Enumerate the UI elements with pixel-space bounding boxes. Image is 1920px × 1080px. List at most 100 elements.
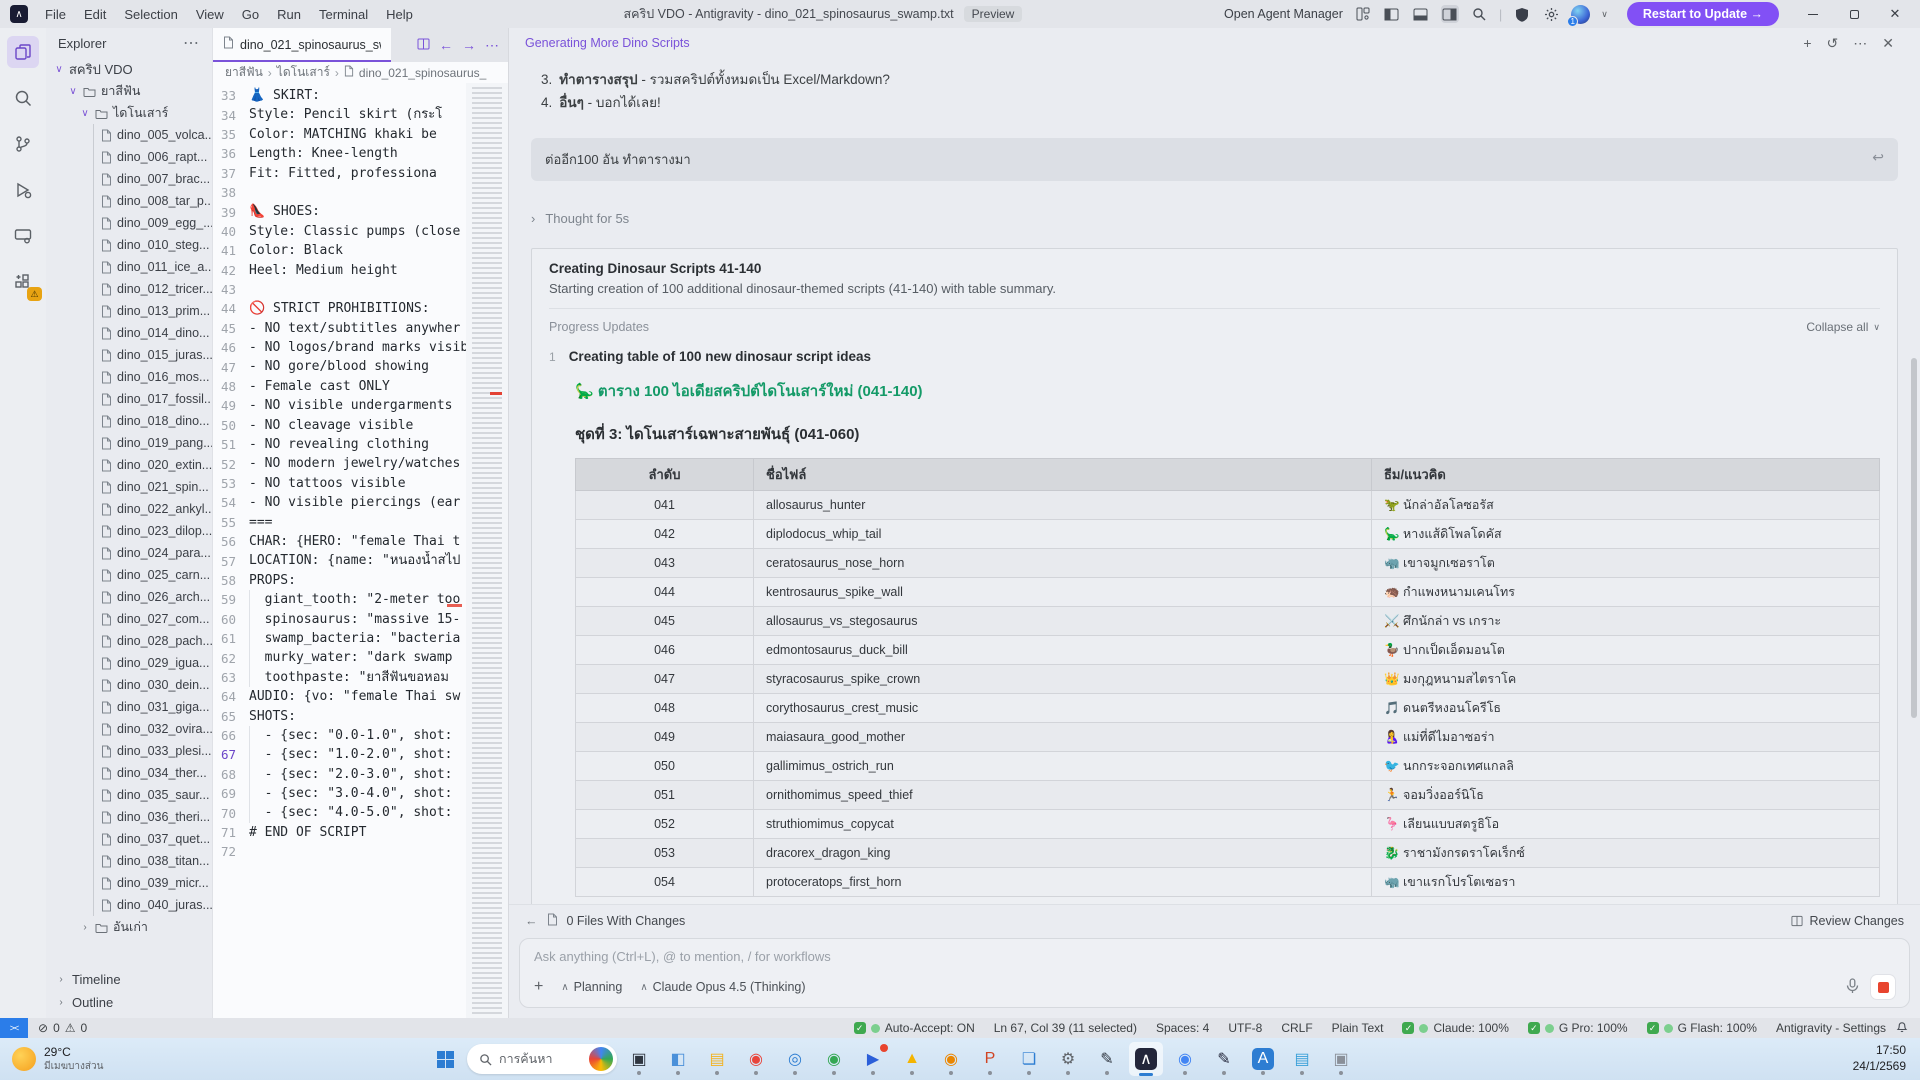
status-item[interactable]: ✓ CRLF xyxy=(1281,1021,1312,1035)
agent-scrollbar[interactable] xyxy=(1911,358,1917,718)
file-item[interactable]: dino_038_titan... xyxy=(94,850,212,872)
customize-layout-icon[interactable] xyxy=(1354,5,1372,23)
file-item[interactable]: dino_036_theri... xyxy=(94,806,212,828)
timeline-section[interactable]: ›Timeline xyxy=(46,968,212,991)
editor-more-icon[interactable]: ⋯ xyxy=(485,37,499,54)
revert-icon[interactable]: ↩ xyxy=(1872,149,1884,166)
toggle-left-panel-icon[interactable] xyxy=(1383,5,1401,23)
toggle-right-panel-icon[interactable] xyxy=(1441,5,1459,23)
file-item[interactable]: dino_015_juras... xyxy=(94,344,212,366)
extensions-icon[interactable]: ⚠ xyxy=(7,266,39,298)
source-control-icon[interactable] xyxy=(7,128,39,160)
taskbar-app-icon[interactable]: ▤ xyxy=(1285,1042,1319,1076)
taskbar-app-icon[interactable]: ▲ xyxy=(895,1042,929,1076)
file-item[interactable]: dino_037_quet... xyxy=(94,828,212,850)
file-item[interactable]: dino_027_com... xyxy=(94,608,212,630)
file-item[interactable]: dino_012_tricer... xyxy=(94,278,212,300)
code-area[interactable]: 33 👗 SKIRT: 34 Style: Pencil skirt (กระโ… xyxy=(213,83,508,1018)
status-item[interactable]: ✓ Antigravity - Settings xyxy=(1776,1021,1886,1035)
file-item[interactable]: dino_008_tar_p... xyxy=(94,190,212,212)
mode-dropdown[interactable]: ∧Planning xyxy=(561,980,622,994)
menu-item[interactable]: File xyxy=(36,4,75,25)
file-item[interactable]: dino_020_extin... xyxy=(94,454,212,476)
bell-icon[interactable] xyxy=(1896,1020,1920,1036)
taskbar-app-icon[interactable]: ▣ xyxy=(622,1042,656,1076)
breadcrumb-item[interactable]: ยาสีฟัน xyxy=(225,63,263,82)
tab-dino-021[interactable]: dino_021_spinosaurus_sw xyxy=(213,28,391,62)
remote-explorer-icon[interactable] xyxy=(7,220,39,252)
tree-folder-toothpaste[interactable]: ∨ ยาสีฟัน xyxy=(46,80,212,102)
taskbar-app-icon[interactable]: ∧ xyxy=(1129,1042,1163,1076)
file-item[interactable]: dino_007_brac... xyxy=(94,168,212,190)
split-editor-icon[interactable] xyxy=(417,37,430,53)
file-item[interactable]: dino_017_fossil... xyxy=(94,388,212,410)
file-item[interactable]: dino_026_arch... xyxy=(94,586,212,608)
status-item[interactable]: ✓ UTF-8 xyxy=(1228,1021,1262,1035)
menu-item[interactable]: Help xyxy=(377,4,422,25)
file-item[interactable]: dino_016_mos... xyxy=(94,366,212,388)
agent-more-icon[interactable]: ⋯ xyxy=(1853,35,1867,52)
search-highlight-orb[interactable] xyxy=(589,1047,613,1071)
taskbar-app-icon[interactable]: P xyxy=(973,1042,1007,1076)
shield-icon[interactable] xyxy=(1513,5,1531,23)
file-item[interactable]: dino_019_pang... xyxy=(94,432,212,454)
file-item[interactable]: dino_040_juras... xyxy=(94,894,212,916)
explorer-more-icon[interactable]: ⋯ xyxy=(183,33,200,53)
taskbar-app-icon[interactable]: ◉ xyxy=(739,1042,773,1076)
taskbar-app-icon[interactable]: ◧ xyxy=(661,1042,695,1076)
open-agent-manager-button[interactable]: Open Agent Manager xyxy=(1224,7,1343,21)
file-item[interactable]: dino_013_prim... xyxy=(94,300,212,322)
taskbar-clock[interactable]: 17:50 24/1/2569 xyxy=(1853,1043,1920,1074)
taskbar-app-icon[interactable]: ◉ xyxy=(1168,1042,1202,1076)
user-avatar[interactable]: 1 xyxy=(1571,5,1590,24)
taskbar-app-icon[interactable]: A xyxy=(1246,1042,1280,1076)
menu-item[interactable]: Edit xyxy=(75,4,115,25)
file-item[interactable]: dino_021_spin... xyxy=(94,476,212,498)
tree-root[interactable]: ∨ สคริป VDO xyxy=(46,58,212,80)
collapse-all-button[interactable]: Collapse all∨ xyxy=(1806,320,1880,334)
file-item[interactable]: dino_022_ankyl... xyxy=(94,498,212,520)
file-item[interactable]: dino_039_micr... xyxy=(94,872,212,894)
restart-to-update-button[interactable]: Restart to Update → xyxy=(1627,2,1779,26)
file-item[interactable]: dino_032_ovira... xyxy=(94,718,212,740)
status-item[interactable]: ✓ Plain Text xyxy=(1332,1021,1384,1035)
file-item[interactable]: dino_029_igua... xyxy=(94,652,212,674)
review-changes-button[interactable]: Review Changes xyxy=(1791,914,1905,928)
taskbar-app-icon[interactable]: ◉ xyxy=(934,1042,968,1076)
stop-button[interactable] xyxy=(1871,975,1895,999)
file-item[interactable]: dino_028_pach... xyxy=(94,630,212,652)
file-item[interactable]: dino_031_giga... xyxy=(94,696,212,718)
menu-item[interactable]: Go xyxy=(233,4,268,25)
ask-input-box[interactable]: Ask anything (Ctrl+L), @ to mention, / f… xyxy=(519,938,1910,1008)
taskbar-app-icon[interactable]: ◎ xyxy=(778,1042,812,1076)
problems-indicator[interactable]: ⊘0 ⚠0 xyxy=(38,1021,87,1035)
status-item[interactable]: ✓ G Pro: 100% xyxy=(1528,1021,1628,1035)
attach-icon[interactable]: + xyxy=(534,978,543,996)
close-button[interactable]: ✕ xyxy=(1880,2,1910,26)
file-item[interactable]: dino_023_dilop... xyxy=(94,520,212,542)
file-item[interactable]: dino_005_volca... xyxy=(94,124,212,146)
file-item[interactable]: dino_025_carn... xyxy=(94,564,212,586)
agent-close-icon[interactable]: ✕ xyxy=(1882,35,1894,52)
menu-item[interactable]: Selection xyxy=(115,4,186,25)
restore-button[interactable] xyxy=(1839,2,1869,26)
search-view-icon[interactable] xyxy=(7,82,39,114)
tree-folder-dinosaur[interactable]: ∨ ไดโนเสาร์ xyxy=(46,102,212,124)
avatar-chevron-icon[interactable]: ∨ xyxy=(1601,9,1608,20)
breadcrumb-item[interactable]: dino_021_spinosaurus_ xyxy=(359,66,486,80)
status-item[interactable]: ✓ G Flash: 100% xyxy=(1647,1021,1757,1035)
breadcrumb-item[interactable]: ไดโนเสาร์ xyxy=(277,63,330,82)
minimap[interactable] xyxy=(466,83,508,1018)
menu-item[interactable]: Terminal xyxy=(310,4,377,25)
menu-item[interactable]: Run xyxy=(268,4,310,25)
file-item[interactable]: dino_034_ther... xyxy=(94,762,212,784)
remote-indicator[interactable]: >< xyxy=(0,1018,28,1038)
menu-item[interactable]: View xyxy=(187,4,233,25)
file-item[interactable]: dino_010_steg... xyxy=(94,234,212,256)
taskbar-app-icon[interactable]: ⚙ xyxy=(1051,1042,1085,1076)
status-item[interactable]: ✓ Ln 67, Col 39 (11 selected) xyxy=(994,1021,1137,1035)
file-item[interactable]: dino_006_rapt... xyxy=(94,146,212,168)
file-item[interactable]: dino_035_saur... xyxy=(94,784,212,806)
run-debug-icon[interactable] xyxy=(7,174,39,206)
taskbar-app-icon[interactable]: ✎ xyxy=(1207,1042,1241,1076)
